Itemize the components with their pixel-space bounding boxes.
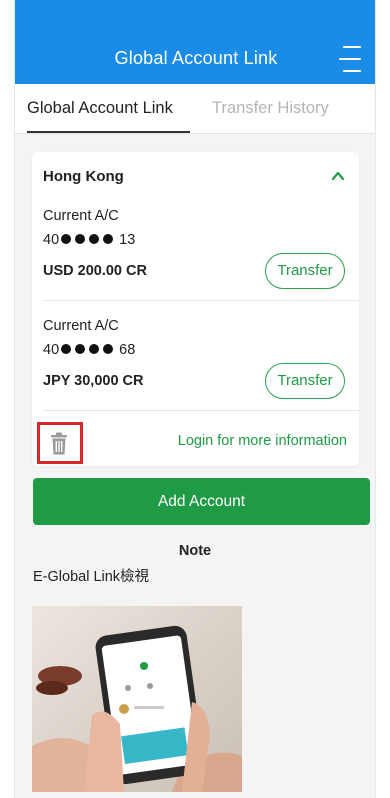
app-header: Global Account Link xyxy=(15,0,375,84)
add-account-button[interactable]: Add Account xyxy=(33,478,370,525)
account-number: 40 13 xyxy=(43,232,135,248)
trash-icon[interactable] xyxy=(49,432,69,456)
account-number-prefix: 40 xyxy=(43,232,60,248)
transfer-button[interactable]: Transfer xyxy=(265,253,345,289)
note-title: Note xyxy=(178,543,212,559)
promo-phone-image xyxy=(32,606,242,792)
account-number-suffix: 13 xyxy=(119,232,136,248)
masked-digits-icon xyxy=(61,234,114,244)
page-title: Global Account Link xyxy=(114,48,278,68)
note-text: E-Global Link檢視 xyxy=(33,569,150,585)
region-label: Hong Kong xyxy=(43,168,124,185)
transfer-button[interactable]: Transfer xyxy=(265,363,345,399)
account-number: 40 68 xyxy=(43,342,135,358)
chevron-up-icon[interactable] xyxy=(331,169,345,183)
delete-highlight-box xyxy=(37,422,83,464)
account-balance: USD 200.00 CR xyxy=(43,263,147,279)
account-type: Current A/C xyxy=(43,208,119,224)
hamburger-menu-icon[interactable] xyxy=(339,44,361,74)
account-number-prefix: 40 xyxy=(43,342,60,358)
divider xyxy=(43,300,359,301)
active-tab-indicator xyxy=(27,131,190,133)
app-frame: Global Account Link Global Account Link … xyxy=(14,0,376,798)
masked-digits-icon xyxy=(61,344,114,354)
tab-global-account-link[interactable]: Global Account Link xyxy=(27,99,173,118)
account-type: Current A/C xyxy=(43,318,119,334)
tab-bar: Global Account Link Transfer History xyxy=(15,84,375,134)
account-card: Hong Kong Current A/C 40 13 USD 200.00 CR… xyxy=(32,152,359,466)
account-balance: JPY 30,000 CR xyxy=(43,373,144,389)
login-more-info-link[interactable]: Login for more information xyxy=(178,433,347,449)
divider xyxy=(43,410,359,411)
account-number-suffix: 68 xyxy=(119,342,136,358)
tab-transfer-history[interactable]: Transfer History xyxy=(212,99,329,118)
